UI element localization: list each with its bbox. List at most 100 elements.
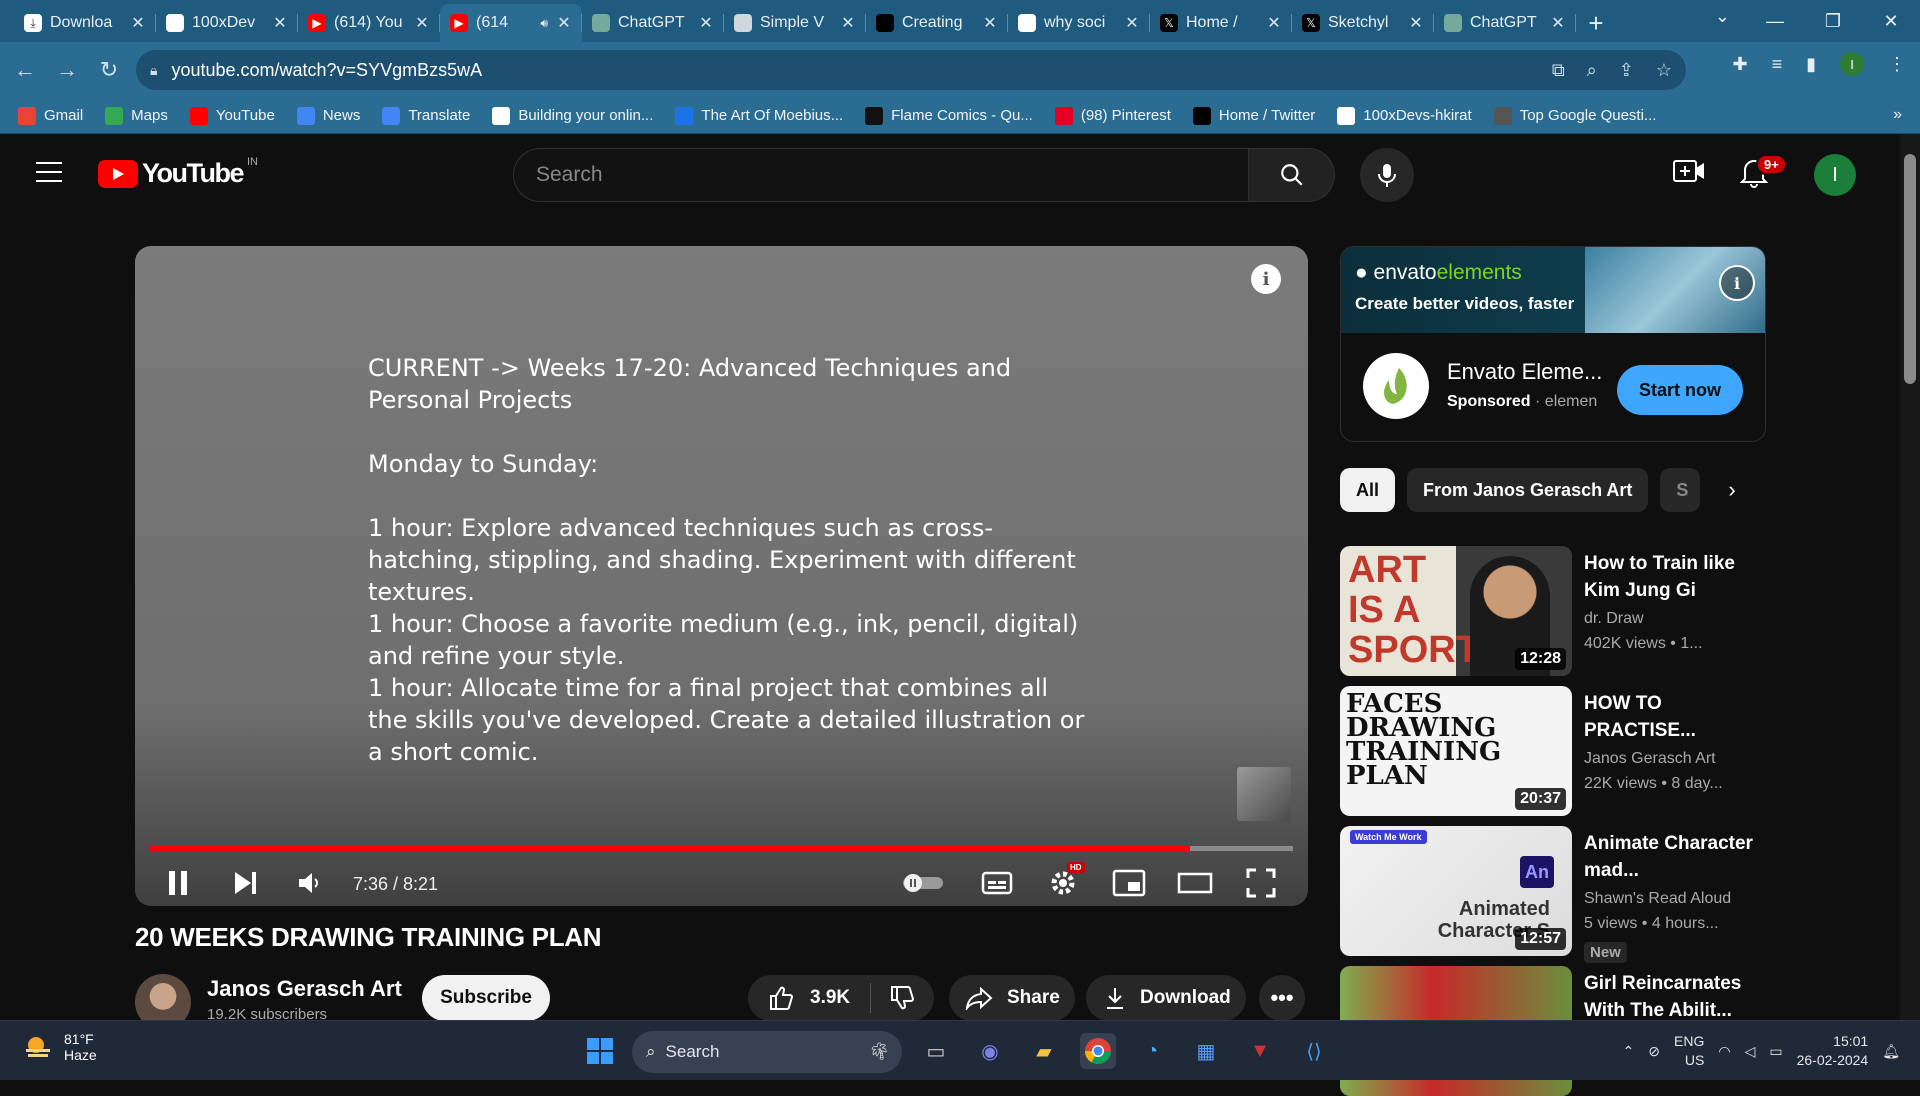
minimize-button[interactable]: — — [1746, 0, 1804, 42]
url-bar[interactable]: 🔒︎ youtube.com/watch?v=SYVgmBzs5wA ⧉ ⌕ ⇪… — [136, 50, 1686, 90]
game-app-icon[interactable]: ▼ — [1242, 1033, 1278, 1069]
vscode-icon[interactable]: ⟨⟩ — [1296, 1033, 1332, 1069]
mute-button[interactable] — [295, 868, 325, 898]
create-video-button[interactable] — [1672, 158, 1706, 189]
bookmark-item[interactable]: News — [296, 106, 360, 125]
ad-advertiser-name[interactable]: Envato Eleme... — [1447, 359, 1602, 385]
browser-tab[interactable]: Creating ✕ — [866, 4, 1008, 42]
recommended-channel-name[interactable]: Shawn's Read Aloud — [1584, 890, 1731, 908]
file-explorer-icon[interactable]: ▰ — [1026, 1033, 1062, 1069]
bookmark-item[interactable]: (98) Pinterest — [1054, 106, 1171, 125]
tab-search-chevron-icon[interactable]: ⌄ — [1715, 6, 1730, 27]
tab-close-icon[interactable]: ✕ — [982, 13, 998, 33]
tab-close-icon[interactable]: ✕ — [414, 13, 430, 33]
tab-close-icon[interactable]: ✕ — [556, 13, 572, 33]
bookmark-item[interactable]: Top Google Questi... — [1493, 106, 1656, 125]
clock[interactable]: 15:01 26-02-2024 — [1797, 1032, 1869, 1070]
filter-chip[interactable]: All — [1340, 468, 1396, 512]
ad-cta-button[interactable]: Start now — [1617, 365, 1743, 415]
filter-chip[interactable]: S — [1660, 468, 1701, 512]
share-icon[interactable]: ⇪ — [1619, 60, 1634, 81]
video-thumbnail[interactable]: Animated Character S Watch Me Work An 12:57 — [1340, 826, 1572, 956]
bookmarks-overflow-button[interactable]: » — [1893, 106, 1902, 124]
browser-tab[interactable]: ▶ (614) You ✕ — [298, 4, 440, 42]
bookmark-item[interactable]: YouTube — [189, 106, 275, 125]
dislike-button[interactable] — [871, 985, 933, 1011]
ad-banner[interactable]: ● envatoelements Create better videos, f… — [1341, 247, 1765, 333]
recommended-video-title[interactable]: Girl Reincarnates With The Abilit... — [1584, 970, 1754, 1024]
recommended-video[interactable]: ART IS A SPORT 12:28 How to Train like Kim… — [1340, 546, 1760, 676]
language-indicator[interactable]: ENG US — [1674, 1032, 1704, 1070]
open-in-app-icon[interactable]: ⧉ — [1552, 60, 1565, 81]
browser-tab[interactable]: ChatGPT ✕ — [582, 4, 724, 42]
bookmark-item[interactable]: Home / Twitter — [1192, 106, 1315, 125]
bookmark-item[interactable]: Maps — [105, 106, 168, 125]
tab-close-icon[interactable]: ✕ — [840, 13, 856, 33]
start-button[interactable] — [582, 1033, 618, 1069]
browser-tab[interactable]: why soci ✕ — [1008, 4, 1150, 42]
browser-tab[interactable]: ChatGPT ✕ — [1434, 4, 1576, 42]
forward-button[interactable]: → — [50, 53, 84, 87]
bookmark-item[interactable]: Translate — [382, 106, 470, 125]
tab-audio-icon[interactable]: 🔊︎ — [540, 16, 548, 31]
recommended-channel-name[interactable]: Janos Gerasch Art — [1584, 750, 1716, 768]
next-button[interactable] — [231, 868, 261, 898]
fullscreen-button[interactable] — [1243, 868, 1279, 898]
edge-icon[interactable]: ◔ — [1134, 1033, 1170, 1069]
taskbar-search[interactable]: ⌕ Search 🌴︎ — [632, 1031, 902, 1073]
theater-mode-button[interactable] — [1177, 868, 1213, 898]
browser-profile-avatar[interactable]: I — [1840, 52, 1864, 76]
ad-advertiser-logo[interactable] — [1363, 353, 1429, 419]
restore-button[interactable]: ❐ — [1804, 0, 1862, 42]
tray-overflow-chevron-icon[interactable]: ⌃ — [1623, 1043, 1635, 1060]
bookmark-item[interactable]: Building your onlin... — [492, 106, 653, 125]
back-button[interactable]: ← — [8, 53, 42, 87]
network-off-icon[interactable]: ⊘ — [1648, 1043, 1660, 1060]
browser-tab[interactable]: 𝕏 Home / ✕ — [1150, 4, 1292, 42]
guide-menu-icon[interactable] — [36, 162, 62, 182]
miniplayer-button[interactable] — [1111, 868, 1147, 898]
browser-tab[interactable]: Simple V ✕ — [724, 4, 866, 42]
recommended-video[interactable]: FACES DRAWING TRAINING PLAN 20:37 HOW TO P… — [1340, 686, 1760, 816]
recommended-video-title[interactable]: How to Train like Kim Jung Gi — [1584, 550, 1754, 604]
video-thumbnail[interactable]: FACES DRAWING TRAINING PLAN 20:37 — [1340, 686, 1572, 816]
bookmark-item[interactable]: Flame Comics - Qu... — [865, 106, 1033, 125]
chrome-icon[interactable] — [1080, 1033, 1116, 1069]
chips-next-chevron-icon[interactable]: › — [1716, 468, 1748, 512]
tab-close-icon[interactable]: ✕ — [698, 13, 714, 33]
account-avatar[interactable]: I — [1814, 154, 1856, 196]
speaker-icon[interactable]: ◁ — [1745, 1043, 1756, 1060]
tab-close-icon[interactable]: ✕ — [130, 13, 146, 33]
more-actions-button[interactable]: ••• — [1259, 975, 1305, 1021]
close-window-button[interactable]: ✕ — [1862, 0, 1920, 42]
bookmark-item[interactable]: Gmail — [18, 106, 83, 125]
recommended-channel-name[interactable]: dr. Draw — [1584, 610, 1644, 628]
recommended-video-title[interactable]: HOW TO PRACTISE... — [1584, 690, 1754, 744]
video-thumbnail[interactable]: ART IS A SPORT 12:28 — [1340, 546, 1572, 676]
channel-name[interactable]: Janos Gerasch Art — [207, 976, 402, 1002]
like-button[interactable]: 3.9K — [748, 983, 872, 1013]
youtube-logo[interactable]: YouTube IN — [98, 156, 258, 189]
search-input[interactable]: Search — [513, 148, 1249, 202]
browser-tab[interactable]: 100xDev ✕ — [156, 4, 298, 42]
voice-search-button[interactable] — [1360, 148, 1414, 202]
tab-close-icon[interactable]: ✕ — [1266, 13, 1282, 33]
filter-chip[interactable]: From Janos Gerasch Art — [1407, 468, 1649, 512]
channel-watermark[interactable] — [1237, 767, 1291, 821]
tab-close-icon[interactable]: ✕ — [1550, 13, 1566, 33]
extensions-icon[interactable]: ✚ — [1732, 54, 1747, 75]
browser-tab[interactable]: ▶ (614 🔊︎ ✕ — [440, 4, 582, 42]
notifications-center-icon[interactable]: 🔔︎ — [1882, 1043, 1900, 1060]
wifi-icon[interactable]: ◠ — [1718, 1043, 1730, 1060]
subscribe-button[interactable]: Subscribe — [422, 975, 550, 1021]
info-card-button[interactable]: i — [1251, 264, 1281, 294]
weather-widget[interactable]: 81°F Haze — [22, 1031, 97, 1063]
side-panel-icon[interactable]: ▮ — [1806, 54, 1816, 75]
reading-list-icon[interactable]: ≡ — [1772, 54, 1783, 75]
autoplay-toggle[interactable] — [901, 868, 945, 898]
tab-close-icon[interactable]: ✕ — [1408, 13, 1424, 33]
recommended-video[interactable]: Animated Character S Watch Me Work An 12:57… — [1340, 826, 1760, 963]
reload-button[interactable]: ↻ — [92, 53, 126, 87]
browser-menu-icon[interactable]: ⋮ — [1888, 54, 1906, 75]
tab-close-icon[interactable]: ✕ — [272, 13, 288, 33]
